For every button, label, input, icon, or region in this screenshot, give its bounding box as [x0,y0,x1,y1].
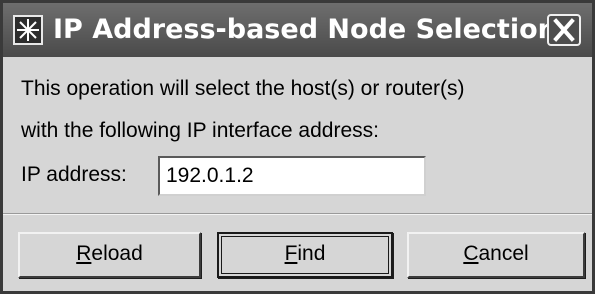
close-icon [553,18,575,42]
dialog-window: IP Address-based Node Selection This ope… [0,0,595,294]
star-burst-icon [13,15,43,45]
cancel-button[interactable]: Cancel [407,232,585,278]
ip-address-label: IP address: [21,163,127,186]
find-mnemonic: F [284,242,298,265]
message-line-1: This operation will select the host(s) o… [21,77,465,100]
find-button[interactable]: Find [217,232,393,278]
cancel-label: ancel [478,242,529,265]
find-label: ind [297,242,326,265]
title-bar[interactable]: IP Address-based Node Selection [3,3,592,57]
reload-label: eload [91,242,143,265]
cancel-mnemonic: C [463,242,479,265]
reload-mnemonic: R [76,242,92,265]
window-title: IP Address-based Node Selection [53,14,557,45]
reload-button[interactable]: Reload [18,232,201,278]
dialog-content: This operation will select the host(s) o… [3,57,592,291]
ip-address-input[interactable] [158,156,426,196]
close-button[interactable] [547,14,581,46]
separator [3,213,592,215]
message-line-2: with the following IP interface address: [21,119,379,142]
